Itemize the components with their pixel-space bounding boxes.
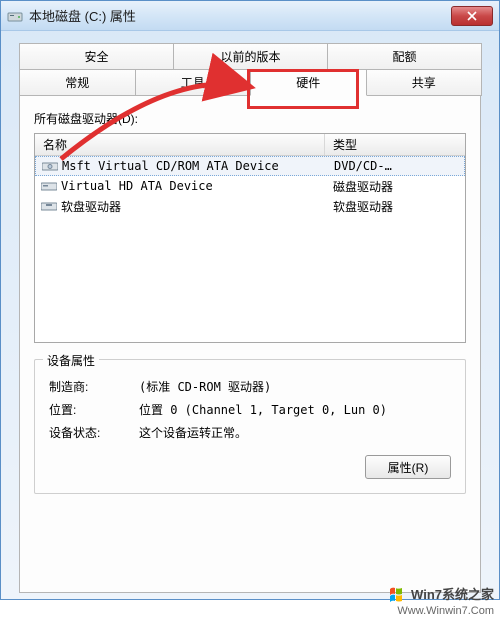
location-label: 位置: bbox=[49, 401, 139, 418]
tab-tools[interactable]: 工具 bbox=[135, 69, 252, 96]
floppy-icon bbox=[41, 200, 57, 212]
device-name: Msft Virtual CD/ROM ATA Device bbox=[62, 159, 279, 173]
watermark-brand: Win7系统之家 bbox=[411, 587, 494, 604]
properties-dialog: 本地磁盘 (C:) 属性 安全 以前的版本 配额 常规 工具 硬件 共享 bbox=[0, 0, 500, 600]
column-header-name[interactable]: 名称 bbox=[35, 134, 325, 155]
tab-general[interactable]: 常规 bbox=[19, 69, 136, 96]
list-body: Msft Virtual CD/ROM ATA Device DVD/CD-… … bbox=[35, 156, 465, 216]
table-row[interactable]: 软盘驱动器 软盘驱动器 bbox=[35, 196, 465, 216]
device-name: 软盘驱动器 bbox=[61, 198, 121, 215]
group-title: 设备属性 bbox=[43, 352, 99, 369]
dialog-content: 安全 以前的版本 配额 常规 工具 硬件 共享 所有磁盘驱动器(D): bbox=[1, 31, 499, 605]
device-properties-group: 设备属性 制造商: (标准 CD-ROM 驱动器) 位置: 位置 0 (Chan… bbox=[34, 359, 466, 494]
watermark: Win7系统之家 Www.Winwin7.Com bbox=[389, 587, 494, 618]
titlebar[interactable]: 本地磁盘 (C:) 属性 bbox=[1, 1, 499, 31]
tab-quota[interactable]: 配额 bbox=[327, 43, 482, 70]
list-header: 名称 类型 bbox=[35, 134, 465, 156]
hardware-panel: 所有磁盘驱动器(D): 名称 类型 Msft Virtual CD/ROM AT… bbox=[19, 95, 481, 593]
window-title: 本地磁盘 (C:) 属性 bbox=[29, 6, 451, 25]
tab-strip: 安全 以前的版本 配额 常规 工具 硬件 共享 bbox=[19, 43, 481, 96]
watermark-url: Www.Winwin7.Com bbox=[389, 604, 494, 618]
status-value: 这个设备运转正常。 bbox=[139, 424, 451, 441]
status-label: 设备状态: bbox=[49, 424, 139, 441]
hdd-icon bbox=[41, 180, 57, 192]
device-list[interactable]: 名称 类型 Msft Virtual CD/ROM ATA Device DVD… bbox=[34, 133, 466, 343]
column-header-type[interactable]: 类型 bbox=[325, 134, 465, 155]
tab-previous-versions[interactable]: 以前的版本 bbox=[173, 43, 328, 70]
manufacturer-label: 制造商: bbox=[49, 378, 139, 395]
device-type: DVD/CD-… bbox=[326, 159, 464, 173]
cdrom-icon bbox=[42, 160, 58, 172]
manufacturer-value: (标准 CD-ROM 驱动器) bbox=[139, 378, 451, 395]
location-value: 位置 0 (Channel 1, Target 0, Lun 0) bbox=[139, 401, 451, 418]
tab-security[interactable]: 安全 bbox=[19, 43, 174, 70]
drives-label: 所有磁盘驱动器(D): bbox=[34, 110, 466, 127]
device-name: Virtual HD ATA Device bbox=[61, 179, 213, 193]
device-type: 磁盘驱动器 bbox=[325, 178, 465, 195]
close-button[interactable] bbox=[451, 6, 493, 26]
device-type: 软盘驱动器 bbox=[325, 198, 465, 215]
tab-hardware[interactable]: 硬件 bbox=[250, 69, 367, 96]
drive-icon bbox=[7, 8, 23, 24]
table-row[interactable]: Msft Virtual CD/ROM ATA Device DVD/CD-… bbox=[35, 156, 465, 176]
windows-flag-icon bbox=[389, 587, 407, 603]
table-row[interactable]: Virtual HD ATA Device 磁盘驱动器 bbox=[35, 176, 465, 196]
properties-button[interactable]: 属性(R) bbox=[365, 455, 451, 479]
tab-sharing[interactable]: 共享 bbox=[366, 69, 483, 96]
